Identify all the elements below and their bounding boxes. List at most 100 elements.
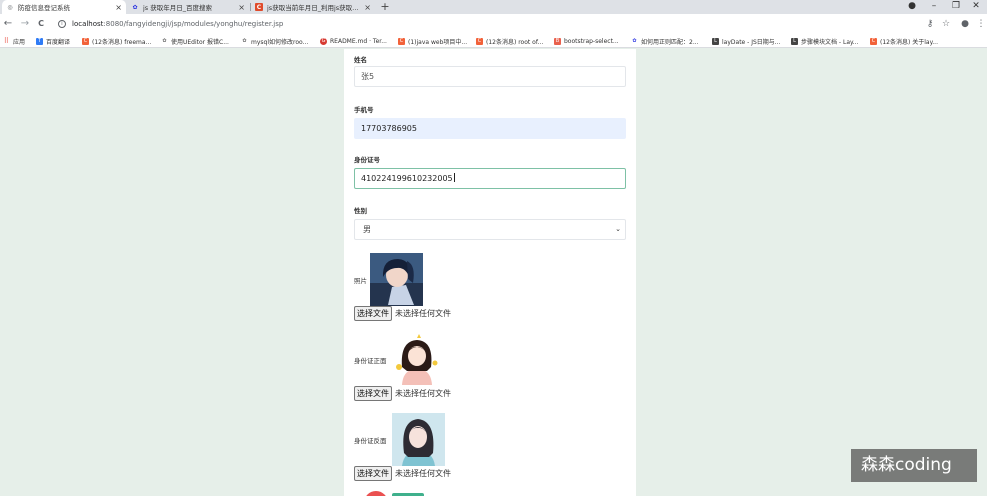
id-front-label: 身份证正面: [354, 357, 387, 365]
gender-label: 性别: [354, 207, 367, 215]
tab-title: js获取当前年月日_利用js获取当前年月日: [267, 4, 360, 12]
new-tab-button[interactable]: +: [379, 0, 391, 14]
back-icon[interactable]: ←: [2, 18, 14, 30]
layui-icon: L: [791, 37, 798, 45]
page-viewport: 姓名 张5 手机号 17703786905 身份证号 4102241996102…: [0, 49, 987, 496]
bookmark-item[interactable]: G README.md · Ter...: [320, 34, 387, 48]
bookmark-label: 如何用正则匹配：2...: [641, 38, 699, 46]
id-number-label: 身份证号: [354, 156, 380, 164]
browser-tab-2[interactable]: ✿ js 获取年月日_百度搜索 ×: [127, 0, 249, 14]
photo-file-row: 选择文件 未选择任何文件: [354, 306, 451, 321]
name-input[interactable]: 张5: [354, 66, 626, 87]
bookmark-label: (12条消息) freema...: [92, 38, 152, 46]
paw-icon: ✿: [162, 38, 167, 44]
csdn-icon: C: [476, 37, 483, 45]
close-window-button[interactable]: ✕: [966, 0, 986, 14]
id-back-label: 身份证反面: [354, 437, 387, 445]
bookmark-label: layDate - JS日期与...: [722, 38, 781, 46]
profile-icon[interactable]: ●: [959, 18, 971, 30]
bookmark-item[interactable]: ✿ mysql如何修改roo...: [241, 34, 308, 48]
register-form: 姓名 张5 手机号 17703786905 身份证号 4102241996102…: [344, 49, 636, 496]
url-host: localhost: [72, 20, 104, 28]
menu-icon[interactable]: ⋮: [975, 18, 987, 30]
bookmark-item[interactable]: ✿ 使用UEditor 报错C...: [161, 34, 229, 48]
bookmark-label: mysql如何修改roo...: [251, 38, 309, 46]
id-back-file-row: 选择文件 未选择任何文件: [354, 466, 451, 481]
browser-tab-3[interactable]: C js获取当前年月日_利用js获取当前年月日 ×: [251, 0, 375, 14]
globe-icon: ◎: [7, 3, 13, 11]
csdn-icon: C: [82, 37, 89, 45]
bookmark-site-icon: B: [554, 37, 561, 45]
paw-icon: ✿: [242, 38, 247, 44]
id-front-choose-file-button[interactable]: 选择文件: [354, 386, 392, 401]
phone-input[interactable]: 17703786905: [354, 118, 626, 139]
bookmark-label: 应用: [13, 38, 26, 46]
gitee-icon: G: [320, 37, 327, 45]
id-back-choose-file-button[interactable]: 选择文件: [354, 466, 392, 481]
close-tab-icon[interactable]: ×: [115, 3, 122, 12]
phone-label: 手机号: [354, 106, 374, 114]
forward-icon[interactable]: →: [19, 18, 31, 30]
text-caret: [453, 173, 455, 182]
bookmark-item[interactable]: C (12条消息) root of...: [476, 34, 543, 48]
close-tab-icon[interactable]: ×: [364, 3, 371, 12]
id-front-preview-image: [393, 333, 441, 385]
id-number-value: 410224199610232005: [361, 174, 453, 183]
photo-preview-image: [370, 253, 423, 306]
bookmark-item[interactable]: L layDate - JS日期与...: [712, 34, 781, 48]
photo-label: 照片: [354, 277, 367, 285]
star-icon[interactable]: ☆: [940, 18, 952, 30]
id-back-preview-image: [392, 413, 445, 466]
bookmark-label: 百度翻译: [46, 38, 71, 46]
bookmark-label: bootstrap-select...: [564, 37, 619, 45]
csdn-icon: C: [870, 37, 877, 45]
key-icon[interactable]: ⚷: [924, 18, 936, 30]
bookmark-item[interactable]: ✿ 如何用正则匹配：2...: [631, 34, 699, 48]
bookmark-item[interactable]: T 百度翻译: [36, 34, 70, 48]
browser-tab-1[interactable]: ◎ 防疫信息登记系统 ×: [2, 0, 126, 14]
bookmark-label: README.md · Ter...: [330, 37, 387, 45]
photo-choose-file-button[interactable]: 选择文件: [354, 306, 392, 321]
close-tab-icon[interactable]: ×: [238, 3, 245, 12]
watermark: 森森coding: [851, 449, 977, 482]
apps-grid-icon: ⠿: [3, 37, 10, 45]
reload-icon[interactable]: C: [35, 18, 47, 30]
bookmark-apps[interactable]: ⠿ 应用: [3, 34, 25, 48]
baidu-icon: ✿: [632, 38, 637, 44]
id-front-file-status: 未选择任何文件: [395, 389, 451, 398]
bookmark-item[interactable]: C (1)java web项目中...: [398, 34, 467, 48]
name-label: 姓名: [354, 56, 367, 64]
bookmark-item[interactable]: C (12条消息) 关于lay...: [870, 34, 938, 48]
bookmark-label: (12条消息) 关于lay...: [880, 38, 938, 46]
translate-icon: T: [36, 37, 43, 45]
browser-toolbar: ← → C i localhost:8080/fangyidengji/jsp/…: [0, 14, 987, 34]
bookmarks-bar: ⠿ 应用 T 百度翻译 C (12条消息) freema... ✿ 使用UEdi…: [0, 34, 987, 48]
url-path: :8080/fangyidengji/jsp/modules/yonghu/re…: [103, 20, 284, 28]
chevron-down-icon: ⌄: [615, 225, 621, 233]
tab-title: js 获取年月日_百度搜索: [143, 4, 213, 12]
id-back-file-status: 未选择任何文件: [395, 469, 451, 478]
baidu-icon: ✿: [132, 3, 138, 11]
bookmark-item[interactable]: B bootstrap-select...: [554, 34, 619, 48]
tab-strip: ◎ 防疫信息登记系统 × ✿ js 获取年月日_百度搜索 × C js获取当前年…: [0, 0, 987, 14]
gender-selected-value: 男: [363, 225, 371, 234]
restore-button[interactable]: ❐: [946, 0, 966, 14]
info-icon[interactable]: i: [58, 20, 66, 28]
minimize-button[interactable]: –: [924, 0, 944, 14]
id-front-file-row: 选择文件 未选择任何文件: [354, 386, 451, 401]
layui-icon: L: [712, 37, 719, 45]
bookmark-label: (1)java web项目中...: [408, 38, 468, 46]
photo-file-status: 未选择任何文件: [395, 309, 451, 318]
csdn-icon: C: [398, 37, 405, 45]
id-number-input[interactable]: 410224199610232005: [354, 168, 626, 189]
account-icon[interactable]: ●: [902, 0, 922, 14]
tab-title: 防疫信息登记系统: [18, 4, 70, 12]
bookmark-label: 使用UEditor 报错C...: [171, 38, 229, 46]
gender-select[interactable]: 男 ⌄: [354, 219, 626, 240]
bookmark-label: (12条消息) root of...: [486, 38, 544, 46]
bookmark-item[interactable]: C (12条消息) freema...: [82, 34, 151, 48]
address-bar[interactable]: i localhost:8080/fangyidengji/jsp/module…: [52, 17, 882, 31]
submit-button[interactable]: [364, 491, 388, 496]
bookmark-item[interactable]: L 步骤模块文档 - Lay...: [791, 34, 858, 48]
bookmark-label: 步骤模块文档 - Lay...: [801, 38, 859, 46]
